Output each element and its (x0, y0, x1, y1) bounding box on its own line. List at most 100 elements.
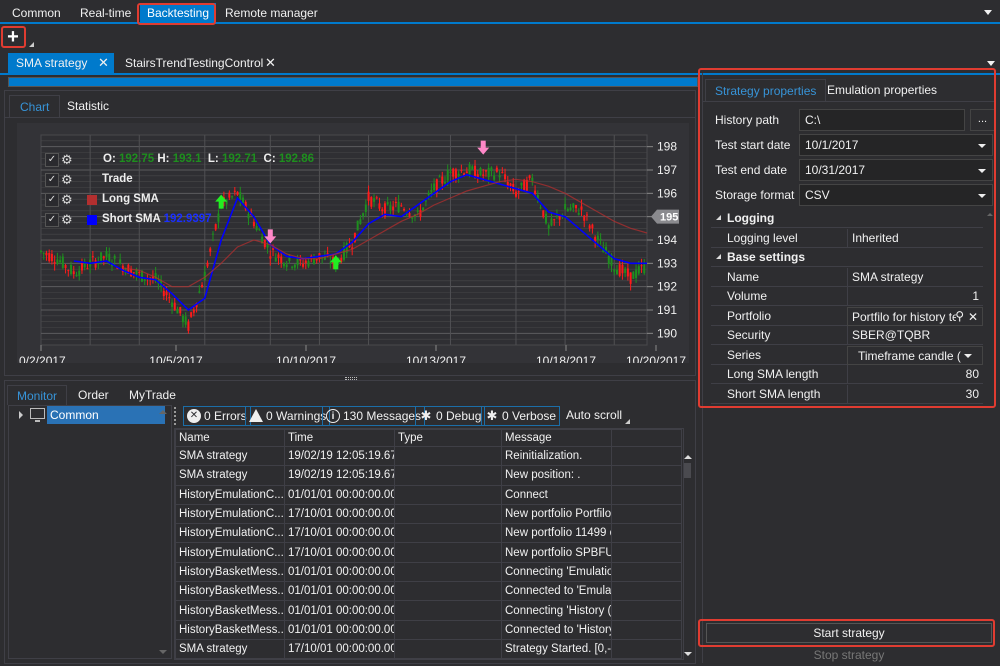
property-row[interactable]: Volume 1 (711, 287, 983, 306)
log-row[interactable]: HistoryEmulationC... 17/10/01 00:00:00.00… (175, 542, 682, 563)
gear-icon[interactable]: ⚙ (61, 192, 73, 208)
start-strategy-button[interactable]: Start strategy (706, 623, 992, 643)
menu-tab-remote-manager[interactable]: Remote manager (218, 3, 325, 23)
start-date-picker[interactable]: 10/1/2017 (799, 134, 993, 156)
x-tick-label: 10/5/2017 (149, 354, 203, 363)
column-header-type[interactable]: Type (394, 429, 502, 447)
history-path-input[interactable]: C:\ (799, 109, 965, 131)
chevron-down-icon[interactable] (964, 353, 972, 358)
log-row[interactable]: HistoryEmulationC... 01/01/01 00:00:00.00… (175, 484, 682, 505)
filter-verbose-button[interactable]: ✱ 0 Verbose (481, 406, 561, 426)
scroll-down-icon[interactable] (684, 652, 692, 656)
tab-monitor[interactable]: Monitor (7, 385, 68, 405)
filter-errors-button[interactable]: ✕ 0 Errors (183, 406, 251, 426)
property-value[interactable]: Inherited (847, 228, 983, 248)
chevron-down-icon[interactable] (978, 144, 986, 148)
scroll-up-icon[interactable] (159, 410, 167, 414)
stop-strategy-button[interactable]: Stop strategy (706, 646, 992, 666)
legend-checkbox[interactable]: ✓ (45, 173, 59, 187)
property-row[interactable]: Logging level Inherited (711, 228, 983, 248)
log-row[interactable]: SMA strategy 17/10/01 00:00:00.000 Strateg… (175, 638, 682, 659)
menu-tab-backtesting[interactable]: Backtesting (140, 3, 217, 23)
legend-checkbox[interactable]: ✓ (45, 153, 59, 167)
tab-statistic[interactable]: Statistic (57, 95, 119, 117)
gear-icon[interactable]: ⚙ (61, 152, 73, 168)
legend-checkbox[interactable]: ✓ (45, 193, 59, 207)
storage-format-select[interactable]: CSV (799, 184, 993, 206)
close-icon[interactable]: ✕ (98, 53, 109, 73)
collapse-triangle-icon[interactable] (716, 254, 721, 259)
log-row[interactable]: HistoryBasketMess... 01/01/01 00:00:00.00… (175, 619, 682, 640)
property-value[interactable]: SMA strategy (847, 267, 983, 287)
tab-strategy-properties[interactable]: Strategy properties (705, 79, 827, 101)
property-value[interactable]: SBER@TQBR (847, 326, 983, 345)
property-row[interactable]: Short SMA length 30 (711, 384, 983, 404)
tab-chart[interactable]: Chart (9, 95, 61, 117)
toolbar-grip[interactable] (174, 407, 179, 425)
menu-tab-common[interactable]: Common (5, 3, 68, 23)
property-value[interactable]: Portfilo for history tes ⚲ ✕ (847, 306, 983, 326)
clear-icon[interactable]: ✕ (968, 310, 978, 324)
tab-order[interactable]: Order (69, 385, 118, 405)
property-row[interactable]: Long SMA length 80 (711, 365, 983, 384)
column-header-time[interactable]: Time (284, 429, 395, 447)
property-row[interactable]: Portfolio Portfilo for history tes ⚲ ✕ (711, 306, 983, 326)
log-row[interactable]: HistoryEmulationC... 17/10/01 00:00:00.00… (175, 523, 682, 544)
log-row[interactable]: HistoryBasketMess... 01/01/01 00:00:00.00… (175, 581, 682, 602)
tree-item-common[interactable]: Common (47, 406, 165, 424)
scroll-down-icon[interactable] (159, 650, 167, 654)
tab-mytrade[interactable]: MyTrade (120, 385, 185, 405)
tab-emulation-properties[interactable]: Emulation properties (818, 79, 946, 101)
chevron-down-icon[interactable] (978, 169, 986, 173)
gear-icon[interactable]: ⚙ (61, 172, 73, 188)
doc-tab-sma-strategy[interactable]: SMA strategy ✕ (8, 53, 114, 73)
log-row[interactable]: SMA strategy 19/02/19 12:05:19.678 Reiniti… (175, 445, 682, 467)
chevron-down-icon[interactable] (978, 194, 986, 198)
doc-tab-stairs-trend[interactable]: StairsTrendTestingControl ✕ (117, 53, 282, 73)
log-row[interactable]: HistoryBasketMess... 01/01/01 00:00:00.00… (175, 561, 682, 583)
browse-button[interactable]: ... (970, 109, 995, 131)
auto-scroll-toggle[interactable]: Auto scroll (566, 408, 622, 422)
menu-tab-real-time[interactable]: Real-time (73, 3, 138, 23)
property-value-text: 1 (972, 289, 979, 303)
legend-checkbox[interactable]: ✓ (45, 213, 59, 227)
property-value[interactable]: Timeframe candle ( (847, 345, 983, 365)
candle-body (542, 210, 545, 218)
scroll-thumb[interactable] (684, 463, 691, 478)
log-cell-type (394, 445, 502, 467)
log-row[interactable]: SMA strategy 19/02/19 12:05:19.678 New pos… (175, 465, 682, 486)
collapse-triangle-icon[interactable] (716, 215, 721, 220)
log-scrollbar[interactable] (682, 448, 694, 660)
close-icon[interactable]: ✕ (265, 53, 276, 73)
log-row[interactable]: HistoryEmulationC... 17/10/01 00:00:00.00… (175, 503, 682, 525)
candle-body (86, 268, 89, 270)
property-category[interactable]: Logging (711, 209, 983, 228)
add-dropdown-icon[interactable] (29, 42, 34, 47)
property-value[interactable]: 1 (847, 287, 983, 306)
property-value[interactable]: 80 (847, 365, 983, 384)
scroll-up-icon[interactable] (684, 455, 692, 459)
expand-arrow-icon[interactable] (19, 411, 23, 419)
end-date-picker[interactable]: 10/31/2017 (799, 159, 993, 181)
menu-overflow-dropdown-icon[interactable] (984, 10, 992, 15)
filter-debug-button[interactable]: ✱ 0 Debug (415, 406, 486, 426)
column-header-message[interactable]: Message (501, 429, 612, 447)
add-strategy-button[interactable]: + (3, 27, 23, 48)
log-cell-type (394, 581, 502, 602)
property-row[interactable]: Security SBER@TQBR (711, 326, 983, 345)
property-row[interactable]: Series Timeframe candle ( (711, 345, 983, 365)
log-row[interactable]: HistoryBasketMess... 01/01/01 00:00:00.00… (175, 600, 682, 621)
property-row[interactable]: Name SMA strategy (711, 267, 983, 287)
property-value[interactable]: 30 (847, 384, 983, 404)
property-category[interactable]: Base settings (711, 248, 983, 267)
scroll-up-icon[interactable] (987, 213, 993, 216)
search-icon[interactable]: ⚲ (955, 309, 964, 323)
auto-scroll-dropdown-icon[interactable] (625, 419, 630, 424)
filter-warnings-button[interactable]: 0 Warnings (245, 406, 331, 426)
candle-body (165, 291, 168, 296)
gear-icon[interactable]: ⚙ (61, 212, 73, 228)
doc-tabs-dropdown-icon[interactable] (987, 61, 995, 66)
column-header-name[interactable]: Name (175, 429, 285, 447)
filter-messages-button[interactable]: i 130 Messages (322, 406, 426, 426)
chart-area[interactable]: 1901911921931941951961971981950/2/201710… (17, 123, 689, 363)
